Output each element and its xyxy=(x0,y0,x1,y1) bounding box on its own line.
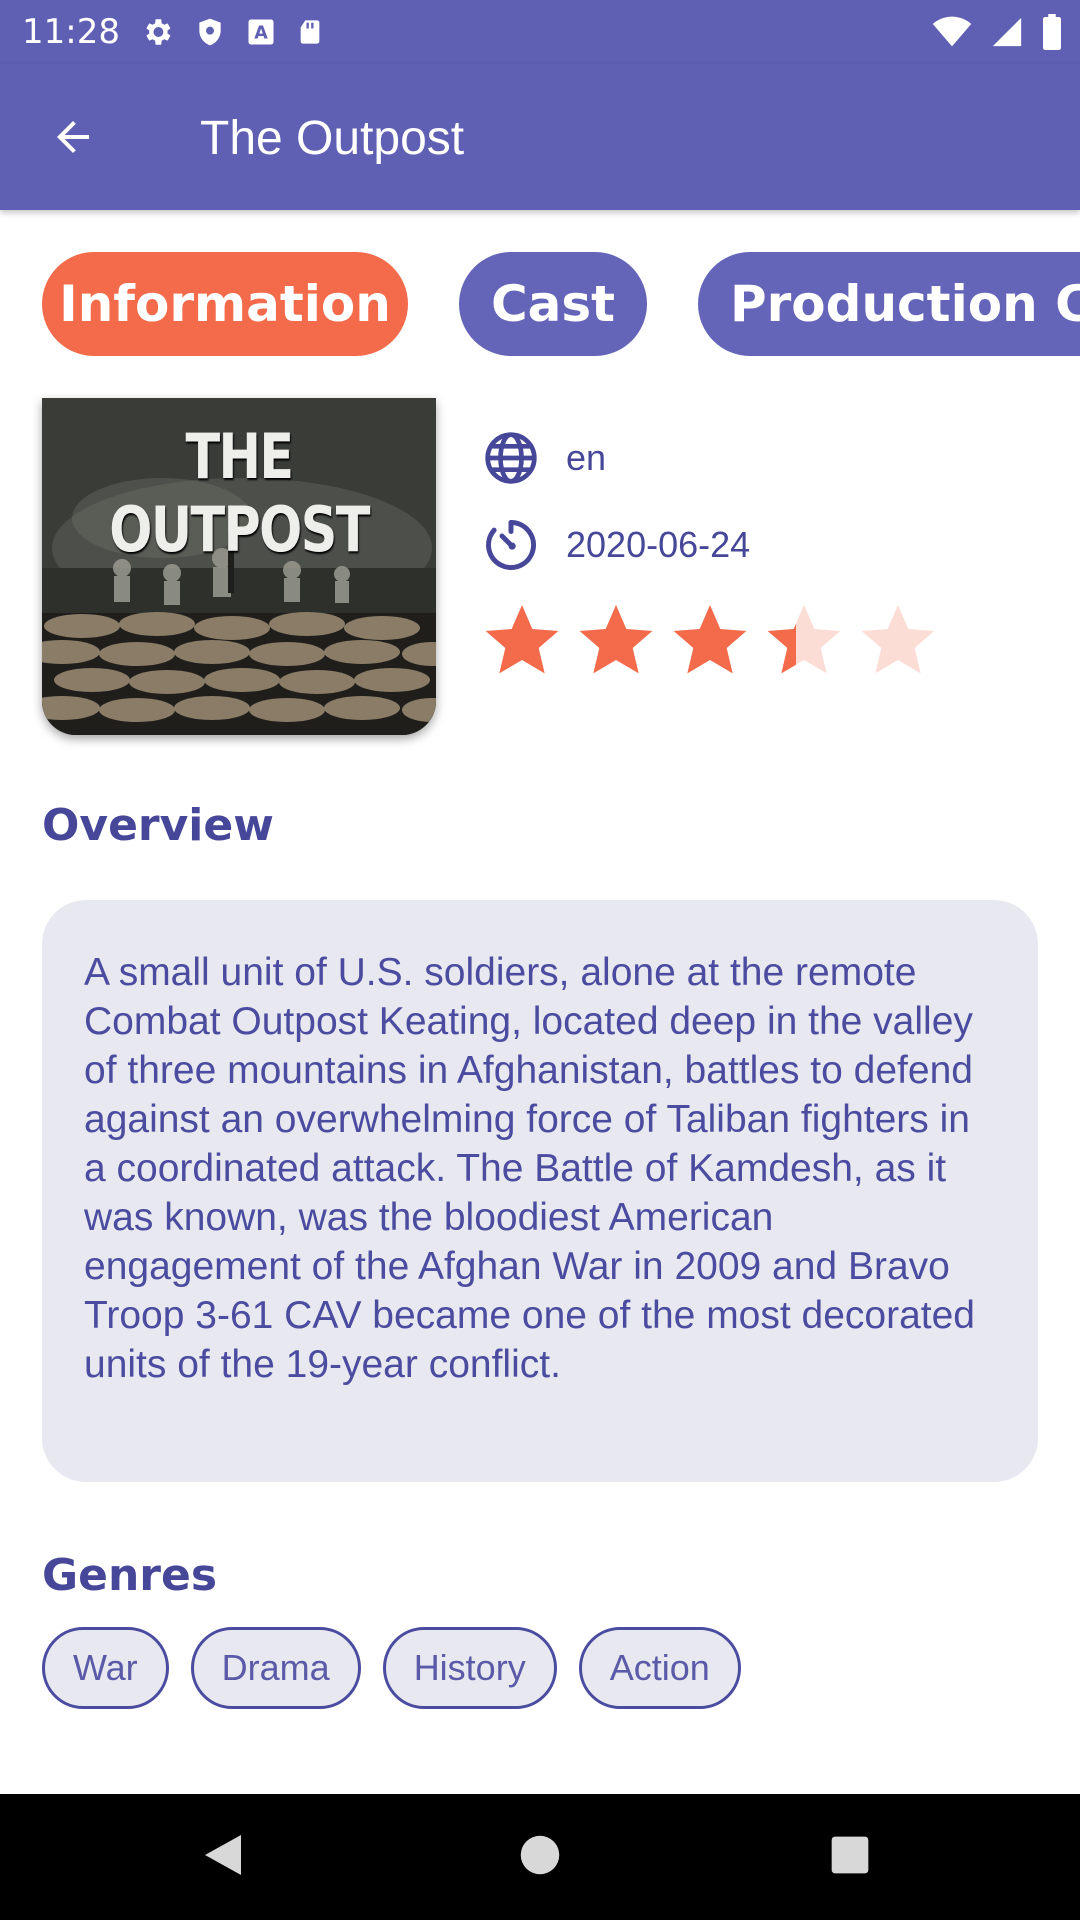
release-date-icon xyxy=(482,516,540,574)
gear-icon xyxy=(140,15,174,49)
status-bar: 11:28 A xyxy=(0,0,1080,64)
genres-title: Genres xyxy=(42,1550,218,1601)
circle-home-icon xyxy=(519,1834,561,1880)
nav-home-button[interactable] xyxy=(507,1824,573,1890)
globe-icon xyxy=(482,429,540,487)
overview-title: Overview xyxy=(42,800,274,851)
poster-title: THE OUTPOST xyxy=(109,420,370,566)
system-nav-bar xyxy=(0,1794,1080,1920)
battery-icon xyxy=(1042,14,1062,50)
triangle-back-icon xyxy=(201,1831,245,1883)
genre-chip-action[interactable]: Action xyxy=(578,1627,741,1709)
a-icon: A xyxy=(246,17,276,47)
tab-bar: Information Cast Production Co xyxy=(0,252,1080,356)
overview-text: A small unit of U.S. soldiers, alone at … xyxy=(84,951,976,1386)
nav-recents-button[interactable] xyxy=(817,1824,883,1890)
language-row: en xyxy=(482,428,606,488)
genre-chip-war[interactable]: War xyxy=(42,1627,169,1709)
genre-chip-drama[interactable]: Drama xyxy=(190,1627,361,1709)
app-bar: The Outpost xyxy=(0,64,1080,210)
rating-stars xyxy=(482,600,938,680)
star-icon xyxy=(767,605,841,674)
nav-back-button[interactable] xyxy=(190,1824,256,1890)
release-date-value: 2020-06-24 xyxy=(566,524,751,565)
star-icon xyxy=(673,605,747,674)
page-title: The Outpost xyxy=(200,112,465,165)
release-date-row: 2020-06-24 xyxy=(482,515,750,575)
arrow-back-icon xyxy=(49,113,97,165)
notification-icons: A xyxy=(140,12,324,52)
movie-poster: THE OUTPOST xyxy=(42,398,436,735)
genre-chip-history[interactable]: History xyxy=(382,1627,557,1709)
square-recents-icon xyxy=(830,1835,870,1879)
overview-card: A small unit of U.S. soldiers, alone at … xyxy=(42,900,1038,1482)
wifi-icon xyxy=(932,16,972,48)
system-icons xyxy=(932,12,1062,52)
tab-cast[interactable]: Cast xyxy=(459,252,647,356)
signal-icon xyxy=(990,15,1024,49)
star-icon xyxy=(485,605,559,674)
language-value: en xyxy=(566,437,607,478)
tab-information[interactable]: Information xyxy=(42,252,408,356)
genre-list: War Drama History Action xyxy=(42,1627,741,1709)
status-time: 11:28 xyxy=(22,12,120,52)
tab-production-companies[interactable]: Production Co xyxy=(698,252,1080,356)
svg-text:A: A xyxy=(254,23,268,43)
back-button[interactable] xyxy=(38,104,108,174)
star-icon xyxy=(579,605,653,674)
sd-card-icon xyxy=(296,16,324,48)
shield-icon xyxy=(194,15,226,49)
star-icon xyxy=(861,605,935,674)
